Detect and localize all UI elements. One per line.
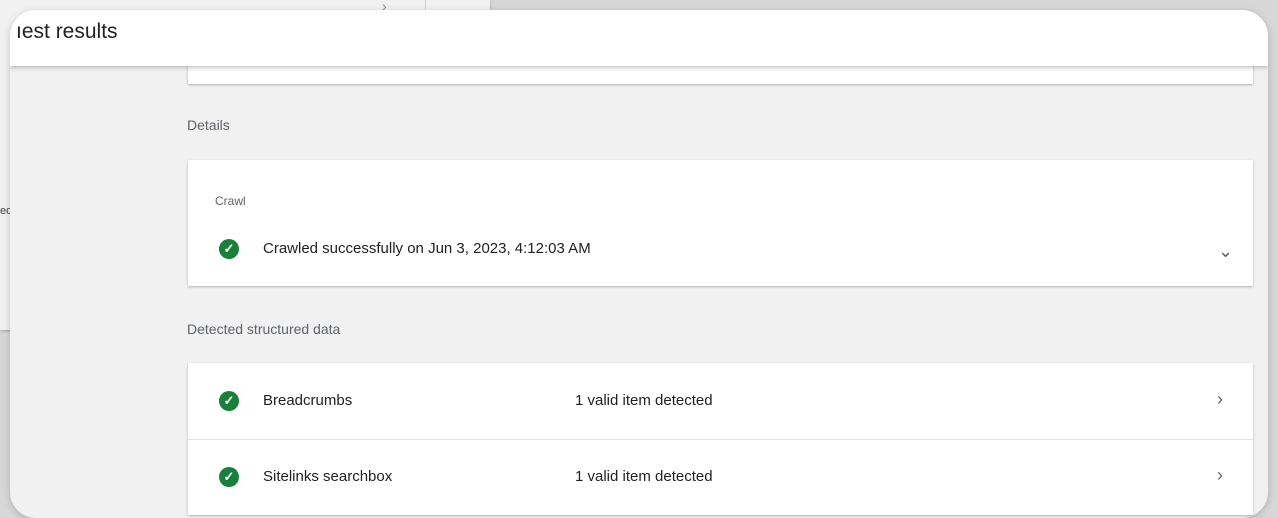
check-circle-icon: ✓: [219, 239, 239, 259]
dialog-title-text: est results: [21, 20, 118, 43]
dialog-header: ıest results: [10, 10, 1268, 66]
structured-data-card: ✓ Breadcrumbs 1 valid item detected › ✓ …: [188, 363, 1253, 515]
structured-data-name: Sitelinks searchbox: [263, 468, 393, 485]
structured-data-row-breadcrumbs[interactable]: ✓ Breadcrumbs 1 valid item detected ›: [188, 363, 1253, 438]
chevron-right-icon[interactable]: ›: [1217, 390, 1223, 408]
crawl-card: Crawl ✓ Crawled successfully on Jun 3, 2…: [188, 160, 1253, 286]
dialog-title: ıest results: [16, 20, 118, 44]
chevron-right-icon[interactable]: ›: [1217, 466, 1223, 484]
structured-data-row-sitelinks-searchbox[interactable]: ✓ Sitelinks searchbox 1 valid item detec…: [188, 439, 1253, 515]
crawl-status-text: Crawled successfully on Jun 3, 2023, 4:1…: [263, 240, 591, 257]
structured-data-name: Breadcrumbs: [263, 392, 353, 409]
structured-data-result: 1 valid item detected: [575, 468, 713, 485]
structured-data-result: 1 valid item detected: [575, 392, 713, 409]
test-results-dialog: ıest results Details Crawl ✓ Crawled suc…: [10, 10, 1268, 518]
structured-data-section-label: Detected structured data: [187, 321, 341, 337]
crawl-subtitle: Crawl: [215, 194, 246, 208]
details-section-label: Details: [187, 117, 230, 133]
chevron-down-icon[interactable]: ⌄: [1218, 242, 1233, 260]
dialog-body[interactable]: Details Crawl ✓ Crawled successfully on …: [10, 46, 1268, 518]
check-circle-icon: ✓: [219, 467, 239, 487]
check-circle-icon: ✓: [219, 391, 239, 411]
